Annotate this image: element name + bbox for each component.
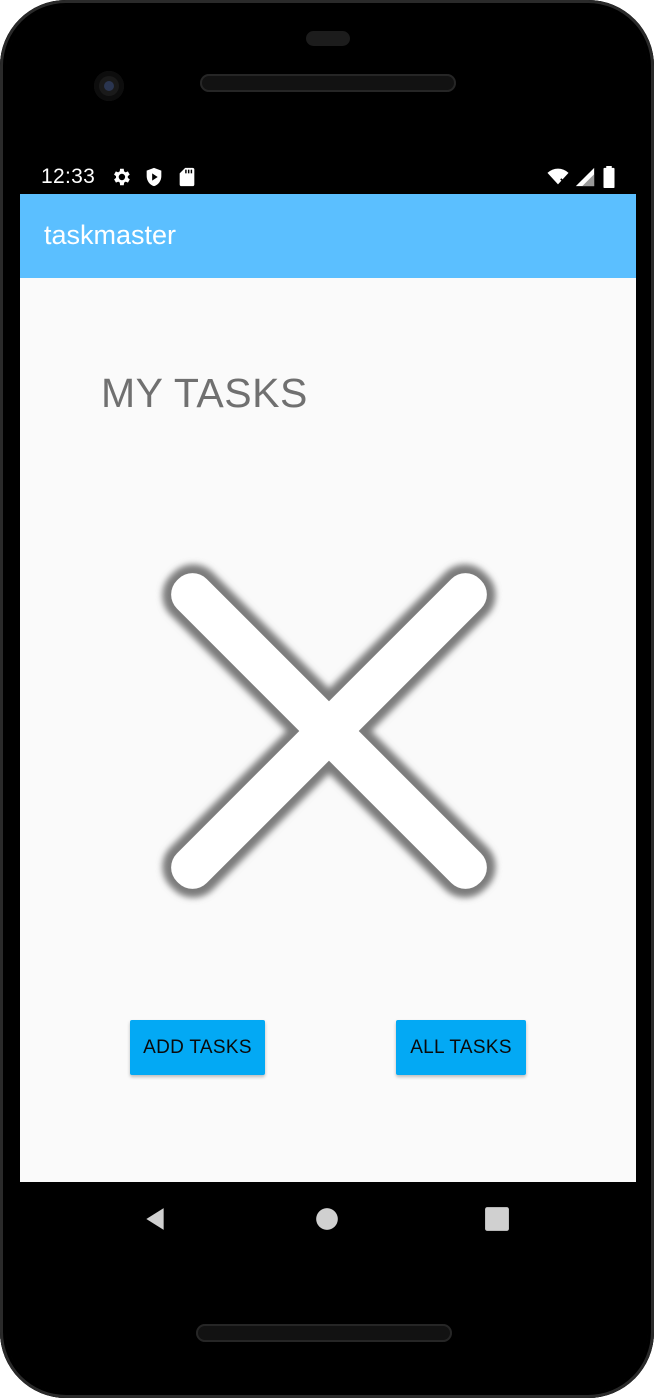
shield-icon [146, 167, 162, 187]
sd-card-icon [179, 167, 195, 187]
main-content: MY TASKS ADD TASKS ALL TASKS [20, 278, 636, 1182]
top-speaker [200, 74, 456, 92]
gear-icon [114, 168, 130, 186]
add-tasks-button[interactable]: ADD TASKS [130, 1020, 265, 1075]
signal-icon [575, 167, 595, 187]
page-title: MY TASKS [101, 370, 308, 416]
status-time: 12:33 [41, 165, 96, 188]
app-bar: taskmaster [20, 194, 636, 278]
front-camera [94, 71, 124, 101]
home-icon[interactable] [314, 1206, 340, 1232]
app-title: taskmaster [44, 220, 177, 250]
all-tasks-button[interactable]: ALL TASKS [396, 1020, 526, 1075]
phone-frame: 12:33 taskmaster MY TASKS ADD TASKS ALL … [0, 0, 654, 1398]
wifi-icon [547, 168, 569, 185]
bottom-speaker [196, 1324, 452, 1342]
back-icon[interactable] [142, 1206, 168, 1232]
recents-icon[interactable] [484, 1206, 510, 1232]
status-bar: 12:33 [20, 160, 636, 194]
close-x-icon [162, 564, 496, 898]
navigation-bar [20, 1182, 636, 1254]
sensor-notch [306, 31, 350, 46]
battery-icon [603, 166, 615, 188]
